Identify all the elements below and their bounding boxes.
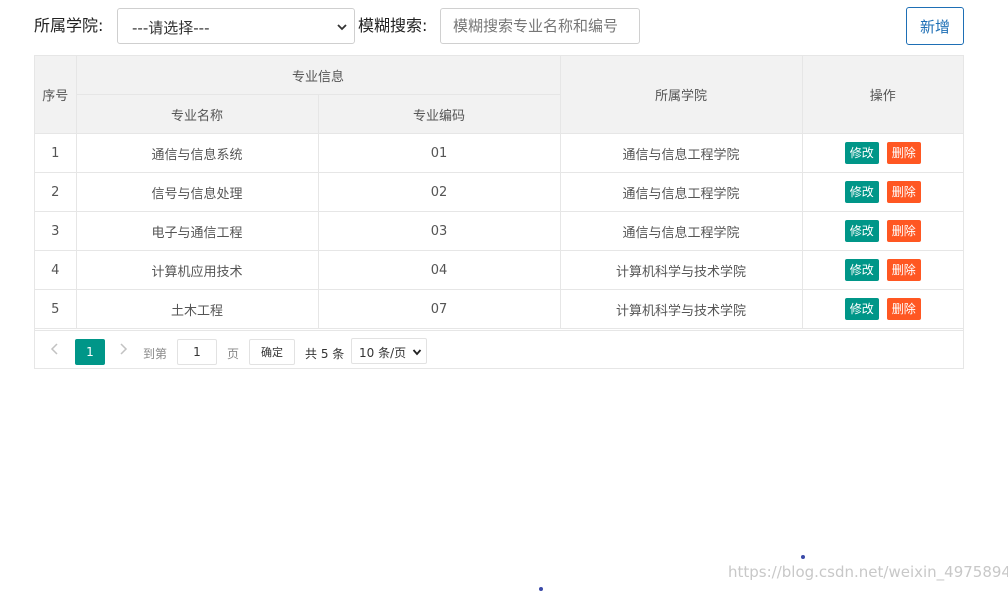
header-major-name: 专业名称 bbox=[76, 94, 319, 134]
cell-actions: 修改 删除 bbox=[801, 211, 964, 251]
cell-actions: 修改 删除 bbox=[801, 289, 964, 329]
cell-actions: 修改 删除 bbox=[801, 250, 964, 290]
cell-major-name: 信号与信息处理 bbox=[75, 172, 319, 212]
cell-major-name: 电子与通信工程 bbox=[75, 211, 319, 251]
header-index: 序号 bbox=[35, 56, 77, 134]
header-college: 所属学院 bbox=[559, 56, 803, 134]
cell-college: 通信与信息工程学院 bbox=[559, 211, 803, 251]
cell-major-name: 通信与信息系统 bbox=[75, 133, 319, 173]
add-button[interactable]: 新增 bbox=[906, 7, 964, 45]
cell-major-name: 计算机应用技术 bbox=[75, 250, 319, 290]
cell-actions: 修改 删除 bbox=[801, 133, 964, 173]
cell-college: 计算机科学与技术学院 bbox=[559, 289, 803, 329]
cell-major-name: 土木工程 bbox=[75, 289, 319, 329]
header-major-info: 专业信息 bbox=[75, 56, 561, 95]
cell-major-code: 03 bbox=[317, 211, 561, 251]
table-row: 4 计算机应用技术 04 计算机科学与技术学院 修改 删除 bbox=[35, 250, 964, 290]
delete-button[interactable]: 删除 bbox=[886, 259, 921, 281]
page-size-select[interactable]: 10 条/页 bbox=[351, 338, 427, 364]
major-table-grid: 序号 专业信息 所属学院 操作 专业名称 专业编码 1 通信与信息系统 01 通… bbox=[35, 56, 964, 329]
cell-major-code: 01 bbox=[317, 133, 561, 173]
cell-college: 计算机科学与技术学院 bbox=[559, 250, 803, 290]
edit-button[interactable]: 修改 bbox=[844, 142, 879, 164]
edit-button[interactable]: 修改 bbox=[844, 259, 879, 281]
decorative-dot bbox=[539, 587, 543, 591]
goto-page-input[interactable] bbox=[177, 339, 217, 365]
cell-college: 通信与信息工程学院 bbox=[559, 172, 803, 212]
search-label: 模糊搜索: bbox=[358, 16, 428, 35]
college-select[interactable]: ---请选择--- bbox=[117, 8, 355, 44]
header-major-code: 专业编码 bbox=[317, 94, 561, 134]
chevron-left-icon[interactable] bbox=[49, 341, 61, 357]
chevron-right-icon[interactable] bbox=[117, 341, 129, 357]
page-size-value: 10 条/页 bbox=[359, 346, 407, 360]
edit-button[interactable]: 修改 bbox=[844, 220, 879, 242]
cell-actions: 修改 删除 bbox=[801, 172, 964, 212]
header-actions: 操作 bbox=[801, 56, 964, 134]
table-row: 5 土木工程 07 计算机科学与技术学院 修改 删除 bbox=[35, 289, 964, 329]
table-row: 3 电子与通信工程 03 通信与信息工程学院 修改 删除 bbox=[35, 211, 964, 251]
college-filter-label: 所属学院: bbox=[34, 16, 104, 35]
chevron-down-icon bbox=[337, 24, 347, 31]
cell-college: 通信与信息工程学院 bbox=[559, 133, 803, 173]
decorative-dot bbox=[801, 555, 805, 559]
edit-button[interactable]: 修改 bbox=[844, 181, 879, 203]
major-table: 序号 专业信息 所属学院 操作 专业名称 专业编码 1 通信与信息系统 01 通… bbox=[34, 55, 964, 369]
cell-index: 5 bbox=[35, 289, 77, 329]
cell-index: 4 bbox=[35, 250, 77, 290]
toolbar: 所属学院: ---请选择--- 模糊搜索: 新增 bbox=[0, 0, 1008, 54]
chevron-down-icon bbox=[412, 349, 422, 356]
page-unit-label: 页 bbox=[227, 347, 240, 361]
delete-button[interactable]: 删除 bbox=[886, 298, 921, 320]
table-row: 1 通信与信息系统 01 通信与信息工程学院 修改 删除 bbox=[35, 133, 964, 173]
delete-button[interactable]: 删除 bbox=[886, 142, 921, 164]
edit-button[interactable]: 修改 bbox=[844, 298, 879, 320]
cell-index: 2 bbox=[35, 172, 77, 212]
cell-major-code: 04 bbox=[317, 250, 561, 290]
college-select-value: ---请选择--- bbox=[132, 19, 210, 37]
total-count: 共 5 条 bbox=[305, 347, 345, 361]
delete-button[interactable]: 删除 bbox=[886, 220, 921, 242]
table-row: 2 信号与信息处理 02 通信与信息工程学院 修改 删除 bbox=[35, 172, 964, 212]
cell-major-code: 07 bbox=[317, 289, 561, 329]
page-current[interactable]: 1 bbox=[75, 339, 105, 365]
delete-button[interactable]: 删除 bbox=[886, 181, 921, 203]
search-input[interactable] bbox=[440, 8, 640, 44]
confirm-button[interactable]: 确定 bbox=[249, 339, 295, 365]
cell-index: 3 bbox=[35, 211, 77, 251]
pagination: 1 到第 页 确定 共 5 条 10 条/页 bbox=[35, 330, 963, 368]
watermark-text: https://blog.csdn.net/weixin_49758946 bbox=[728, 563, 1008, 581]
cell-index: 1 bbox=[35, 133, 77, 173]
cell-major-code: 02 bbox=[317, 172, 561, 212]
goto-label: 到第 bbox=[143, 347, 168, 361]
